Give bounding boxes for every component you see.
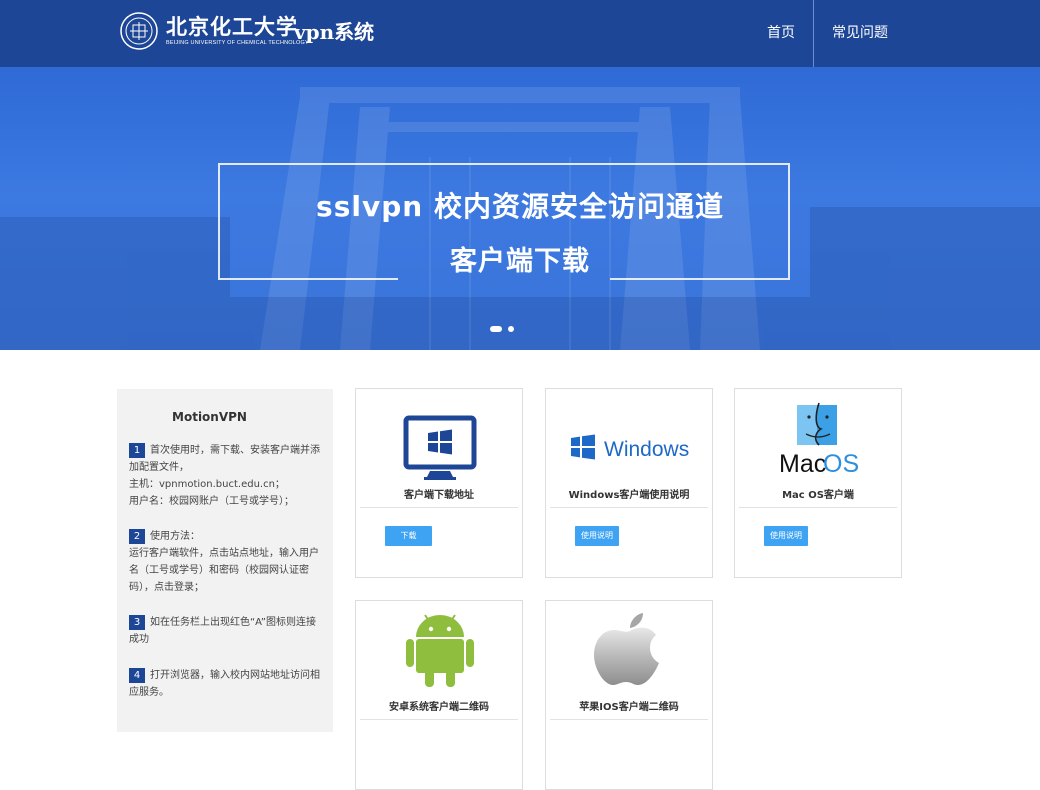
android-icon [406,614,474,687]
step-detail: 用户名：校园网账户（工号或学号）； [129,496,294,507]
instructions-panel: MotionVPN 1 首次使用时，需下载、安装客户端并添加配置文件， 主机：vp… [117,389,333,732]
step-number: 3 [129,614,145,630]
carousel-indicators [490,326,514,332]
windows-wordmark: Windows [604,438,689,461]
card-divider [550,719,708,720]
card-client-download: 客户端下载地址 下载 [355,388,523,578]
step-4: 4 打开浏览器，输入校内网站地址访问相应服务。 [129,667,325,701]
nav-faq[interactable]: 常见问题 [814,0,1040,67]
windows-monitor-icon [403,415,477,480]
hero-banner: sslvpn 校内资源安全访问通道 客户端下载 [0,67,1040,350]
step-text: 首次使用时，需下载、安装客户端并添加配置文件， [129,445,320,473]
logo-english-name: BEIJING UNIVERSITY OF CHEMICAL TECHNOLOG… [166,40,309,46]
university-logo[interactable]: 北京化工大学 BEIJING UNIVERSITY OF CHEMICAL TE… [120,9,309,53]
apple-icon [594,613,659,685]
card-divider [550,507,708,508]
step-number: 2 [129,528,145,544]
site-header: 北京化工大学 BEIJING UNIVERSITY OF CHEMICAL TE… [0,0,1040,67]
card-ios-qr: 苹果IOS客户端二维码 [545,600,713,790]
carousel-dot-active[interactable] [490,326,502,332]
card-title: Mac OS客户端 [782,490,854,501]
logo-chinese-name: 北京化工大学 [166,14,298,39]
card-title: Windows客户端使用说明 [568,490,690,501]
step-1: 1 首次使用时，需下载、安装客户端并添加配置文件， 主机：vpnmotion.bu… [129,442,325,510]
step-text: 使用方法： [150,531,200,542]
svg-text:OS: OS [823,450,859,478]
step-detail: 运行客户端软件，点击站点地址，输入用户名（工号或学号）和密码（校园网认证密码），… [129,548,319,593]
step-number: 4 [129,667,145,683]
carousel-dot[interactable] [508,326,514,332]
step-2: 2 使用方法： 运行客户端软件，点击站点地址，输入用户名（工号或学号）和密码（校园… [129,528,325,596]
step-detail: 主机：vpnmotion.buct.edu.cn； [129,479,285,490]
step-3: 3 如在任务栏上出现红色“A”图标则连接成功 [129,614,325,648]
card-title: 客户端下载地址 [404,490,474,501]
download-button[interactable]: 下载 [385,526,432,546]
step-text: 如在任务栏上出现红色“A”图标则连接成功 [129,617,316,645]
step-text: 打开浏览器，输入校内网站地址访问相应服务。 [129,670,320,698]
system-title: vpn系统 [294,20,375,44]
card-macos-client: Mac OS Mac OS客户端 使用说明 [734,388,902,578]
top-nav: 首页 常见问题 [749,0,1040,67]
macos-guide-button[interactable]: 使用说明 [764,526,808,546]
banner-headline: sslvpn 校内资源安全访问通道 [316,190,724,223]
svg-text:Mac: Mac [779,450,826,478]
card-title: 安卓系统客户端二维码 [389,702,489,713]
card-divider [360,507,518,508]
banner-subheadline: 客户端下载 [450,246,590,277]
nav-home[interactable]: 首页 [749,0,813,67]
card-divider [739,507,897,508]
windows-logo-icon: Windows [571,434,689,461]
windows-guide-button[interactable]: 使用说明 [575,526,619,546]
panel-title: MotionVPN [172,410,247,424]
card-windows-guide: Windows Windows客户端使用说明 使用说明 [545,388,713,578]
university-seal-icon [120,12,158,50]
step-number: 1 [129,442,145,458]
card-title: 苹果IOS客户端二维码 [579,702,679,713]
card-divider [360,719,518,720]
card-android-qr: 安卓系统客户端二维码 [355,600,523,790]
mac-os-logo-icon: Mac OS [779,402,859,478]
